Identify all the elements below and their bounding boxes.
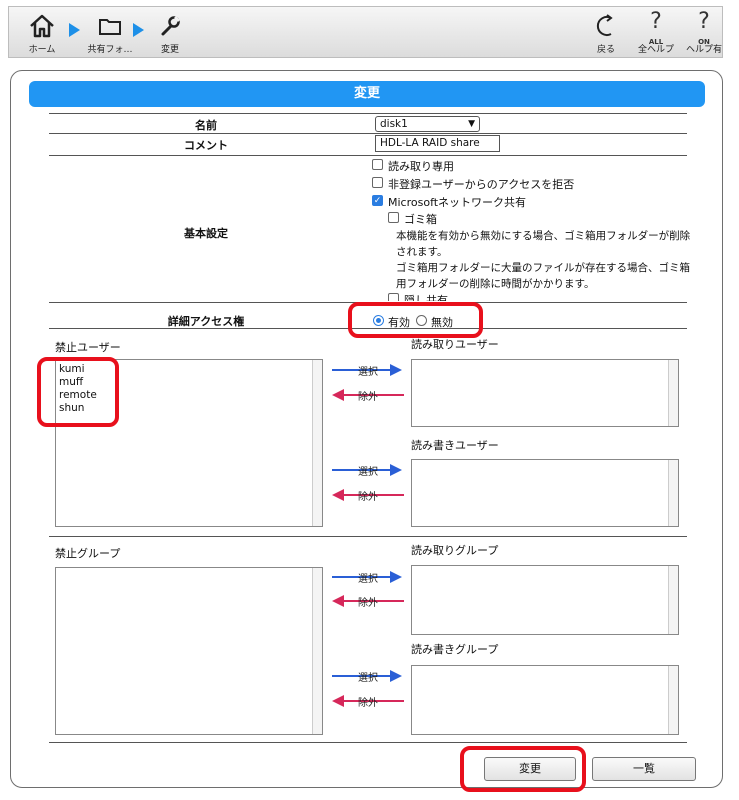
divider (49, 113, 687, 114)
breadcrumb-arrow-icon (133, 23, 144, 37)
name-select[interactable]: disk1 ▼ (375, 116, 480, 132)
remove-read-user-button[interactable]: 除外 (332, 387, 404, 403)
trash-checkbox[interactable] (388, 212, 399, 223)
highlight-deny-users (37, 357, 119, 427)
read-groups-list[interactable] (411, 565, 679, 635)
deny-unregistered-checkbox[interactable] (372, 177, 383, 188)
list-button[interactable]: 一覧 (592, 757, 696, 781)
detail-access-label: 詳細アクセス権 (167, 315, 245, 328)
hidden-share-checkbox[interactable] (388, 293, 399, 301)
scrollbar[interactable] (312, 360, 322, 526)
select-label: 選択 (358, 367, 378, 378)
ms-network-checkbox[interactable]: ✓ (372, 195, 383, 206)
edit-crumb[interactable]: 変更 (145, 7, 195, 59)
home-label: ホーム (28, 45, 56, 55)
help-on-label: ヘルプ有 (685, 45, 722, 55)
divider (49, 742, 687, 743)
divider (49, 536, 687, 537)
edit-panel: 変更 名前 disk1 ▼ コメント HDL-LA RAID share 基本設定… (10, 70, 723, 792)
select-rw-group-button[interactable]: 選択 (332, 668, 404, 684)
home-button[interactable]: ホーム (17, 7, 67, 59)
deny-unregistered-label: 非登録ユーザーからのアクセスを拒否 (388, 178, 575, 191)
remove-rw-user-button[interactable]: 除外 (332, 487, 404, 503)
read-groups-title: 読み取りグループ (411, 544, 499, 557)
home-icon (30, 14, 54, 38)
toolbar: ホーム 共有フォ… 変更 戻る ? ALL 全ヘルプ ? ON ヘルプ有 (8, 6, 723, 58)
deny-groups-list[interactable] (55, 567, 323, 735)
breadcrumb-arrow-icon (69, 23, 80, 37)
deny-users-title: 禁止ユーザー (55, 341, 121, 354)
readonly-checkbox[interactable] (372, 159, 383, 170)
comment-input[interactable]: HDL-LA RAID share (375, 135, 500, 152)
chevron-down-icon: ▼ (468, 119, 475, 129)
edit-crumb-label: 変更 (160, 45, 179, 55)
trash-label: ゴミ箱 (404, 213, 437, 226)
scrollbar[interactable] (312, 568, 322, 734)
remove-rw-group-button[interactable]: 除外 (332, 693, 404, 709)
basic-settings-label: 基本設定 (184, 227, 228, 240)
divider (49, 155, 687, 156)
select-read-group-button[interactable]: 選択 (332, 569, 404, 585)
readonly-label: 読み取り専用 (388, 160, 454, 173)
select-label: 選択 (358, 673, 378, 684)
remove-label: 除外 (358, 492, 378, 503)
scrollbar[interactable] (668, 566, 678, 634)
read-users-list[interactable] (411, 359, 679, 427)
rw-groups-title: 読み書きグループ (411, 643, 499, 656)
remove-label: 除外 (358, 698, 378, 709)
share-folder-button[interactable]: 共有フォ… (85, 7, 135, 59)
select-read-user-button[interactable]: 選択 (332, 362, 404, 378)
select-label: 選択 (358, 574, 378, 585)
read-users-title: 読み取りユーザー (411, 338, 499, 351)
name-label: 名前 (195, 119, 217, 132)
help-on-icon: ? ON (698, 9, 710, 47)
remove-read-group-button[interactable]: 除外 (332, 593, 404, 609)
comment-label: コメント (184, 139, 228, 152)
hidden-share-row: 隠し共有 (371, 289, 471, 301)
select-rw-user-button[interactable]: 選択 (332, 462, 404, 478)
ms-network-label: Microsoftネットワーク共有 (388, 196, 527, 209)
folder-icon (99, 19, 121, 35)
scrollbar[interactable] (668, 666, 678, 734)
rw-users-list[interactable] (411, 459, 679, 527)
deny-groups-title: 禁止グループ (55, 547, 121, 560)
rw-groups-list[interactable] (411, 665, 679, 735)
scrollbar[interactable] (668, 360, 678, 426)
hidden-share-label: 隠し共有 (404, 294, 448, 301)
trash-note-2: ゴミ箱用フォルダーに大量のファイルが存在する場合、ゴミ箱用フォルダーの削除に時間… (396, 262, 690, 290)
highlight-apply-button (460, 746, 586, 792)
wrench-icon (161, 15, 181, 36)
divider (49, 133, 687, 134)
help-all-icon: ? ALL (648, 9, 664, 47)
remove-label: 除外 (358, 598, 378, 609)
highlight-detail-access (348, 302, 483, 338)
trash-note-1: 本機能を有効から無効にする場合、ゴミ箱用フォルダーが削除されます。 (396, 230, 691, 258)
back-icon (596, 14, 613, 36)
remove-label: 除外 (358, 392, 378, 403)
rw-users-title: 読み書きユーザー (411, 439, 499, 452)
scrollbar[interactable] (668, 460, 678, 526)
select-label: 選択 (358, 467, 378, 478)
help-on-button[interactable]: ? ON ヘルプ有 (679, 7, 729, 59)
page-title: 変更 (29, 81, 705, 107)
